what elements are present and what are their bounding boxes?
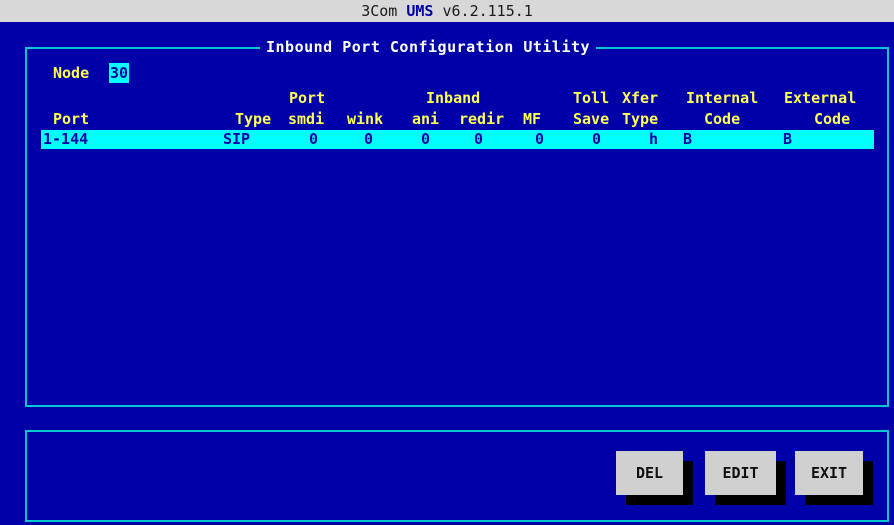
cell-port: 1-144 <box>43 130 89 148</box>
title-brand: UMS <box>406 2 434 20</box>
table-row[interactable]: 1-144 SIP 0 0 0 0 0 0 h B B <box>41 130 874 149</box>
node-label: Node <box>53 64 90 82</box>
page-title: Inbound Port Configuration Utility <box>260 37 597 57</box>
title-version: v6.2.115.1 <box>433 2 533 20</box>
cell-smdi: 0 <box>309 130 319 148</box>
delete-button[interactable]: DEL <box>616 451 683 495</box>
header-toll: Toll <box>573 89 610 107</box>
header-internal: Internal <box>686 89 759 107</box>
exit-button[interactable]: EXIT <box>795 451 863 495</box>
header-inband-group: Inband <box>426 89 481 107</box>
cell-ani: 0 <box>421 130 431 148</box>
header-internal-code: Code <box>704 110 741 128</box>
header-external: External <box>784 89 857 107</box>
cell-toll-save: 0 <box>592 130 602 148</box>
edit-button[interactable]: EDIT <box>705 451 776 495</box>
cell-external-code: B <box>783 130 793 148</box>
title-bar: 3Com UMS v6.2.115.1 <box>0 0 894 22</box>
header-port: Port <box>53 110 90 128</box>
header-type: Type <box>235 110 272 128</box>
header-wink: wink <box>347 110 384 128</box>
cell-mf: 0 <box>535 130 545 148</box>
header-external-code: Code <box>814 110 851 128</box>
cell-xfer-type: h <box>649 130 659 148</box>
header-port-group: Port <box>289 89 326 107</box>
header-xfer: Xfer <box>622 89 659 107</box>
header-save: Save <box>573 110 610 128</box>
header-mf: MF <box>523 110 542 128</box>
header-smdi: smdi <box>288 110 325 128</box>
node-field[interactable]: 30 <box>109 63 130 83</box>
header-ani: ani <box>412 110 440 128</box>
header-xfer-type: Type <box>622 110 659 128</box>
header-redir: redir <box>459 110 505 128</box>
title-prefix: 3Com <box>361 2 407 20</box>
cell-redir: 0 <box>474 130 484 148</box>
cell-internal-code: B <box>683 130 693 148</box>
cell-wink: 0 <box>364 130 374 148</box>
cell-type: SIP <box>223 130 251 148</box>
